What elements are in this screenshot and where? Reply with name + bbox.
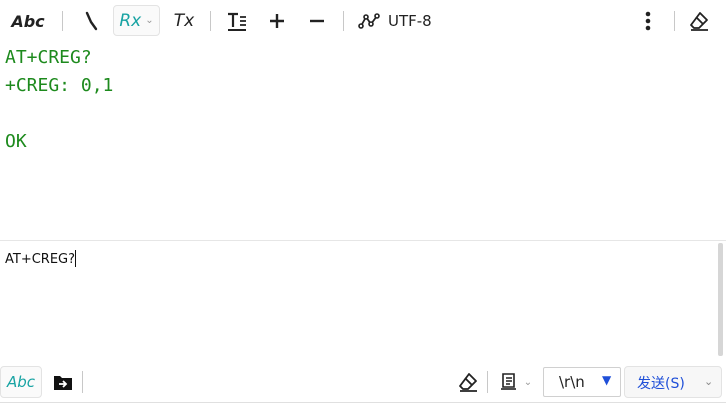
clear-send-button[interactable]	[455, 368, 481, 396]
line-ending-select[interactable]: \r\n ▼	[543, 367, 621, 397]
window-bottom-border	[0, 402, 726, 403]
plus-icon	[270, 14, 284, 28]
more-icon	[645, 11, 651, 31]
export-icon	[54, 376, 72, 390]
more-button[interactable]	[638, 6, 658, 36]
document-icon	[500, 373, 516, 390]
chart-icon	[358, 13, 380, 29]
send-button[interactable]: 发送(S) ⌄	[624, 366, 722, 398]
plus-button[interactable]	[264, 6, 290, 36]
format-button[interactable]	[224, 6, 250, 36]
chevron-down-icon: ⌄	[523, 376, 533, 388]
text-mode-label: Abc	[11, 11, 45, 31]
receive-line: AT+CREG?	[5, 47, 92, 68]
export-button[interactable]	[51, 368, 75, 396]
rx-label: Rx	[119, 10, 142, 31]
encoding-label: UTF-8	[388, 12, 432, 30]
toolbar-divider	[674, 11, 675, 31]
history-button[interactable]: ⌄	[496, 368, 536, 396]
receive-line	[5, 100, 721, 128]
send-input[interactable]: AT+CREG?	[0, 241, 718, 358]
send-text-mode-button[interactable]: Abc	[0, 366, 42, 398]
toolbar-divider	[487, 371, 488, 393]
toolbar-divider	[343, 11, 344, 31]
tx-label: Tx	[173, 11, 195, 31]
format-icon	[228, 12, 246, 31]
send-input-text: AT+CREG?	[5, 252, 76, 267]
receive-line: +CREG: 0,1	[5, 75, 114, 96]
eraser-icon	[459, 373, 477, 392]
receive-line: OK	[5, 131, 27, 152]
top-toolbar: Abc Rx ⌄ Tx UTF-8	[0, 0, 726, 42]
timestamp-button[interactable]	[80, 6, 102, 36]
dropdown-triangle-icon: ▼	[602, 373, 612, 387]
line-ending-value: \r\n	[559, 373, 585, 391]
encoding-button[interactable]: UTF-8	[388, 6, 440, 36]
tx-display-button[interactable]: Tx	[170, 6, 198, 36]
toolbar-divider	[62, 11, 63, 31]
text-mode-button[interactable]: Abc	[8, 6, 48, 36]
send-text-mode-label: Abc	[6, 373, 36, 391]
send-button-label: 发送(S)	[637, 376, 685, 392]
send-scrollbar[interactable]	[718, 243, 723, 356]
chart-button[interactable]	[356, 6, 382, 36]
chevron-down-icon[interactable]: ⌄	[704, 375, 713, 388]
rx-display-button[interactable]: Rx ⌄	[113, 5, 160, 36]
eraser-icon	[690, 12, 708, 31]
receive-area[interactable]: AT+CREG? +CREG: 0,1 OK	[0, 42, 726, 240]
text-caret	[75, 250, 77, 267]
bottom-toolbar: Abc ⌄ \r\n ▼ 发送(S) ⌄	[0, 362, 726, 402]
toolbar-divider	[82, 371, 83, 393]
minus-button[interactable]	[304, 6, 330, 36]
minus-icon	[310, 19, 324, 23]
chevron-down-icon: ⌄	[145, 15, 154, 26]
timestamp-icon	[85, 11, 98, 31]
toolbar-divider	[210, 11, 211, 31]
clear-receive-button[interactable]	[686, 6, 712, 36]
